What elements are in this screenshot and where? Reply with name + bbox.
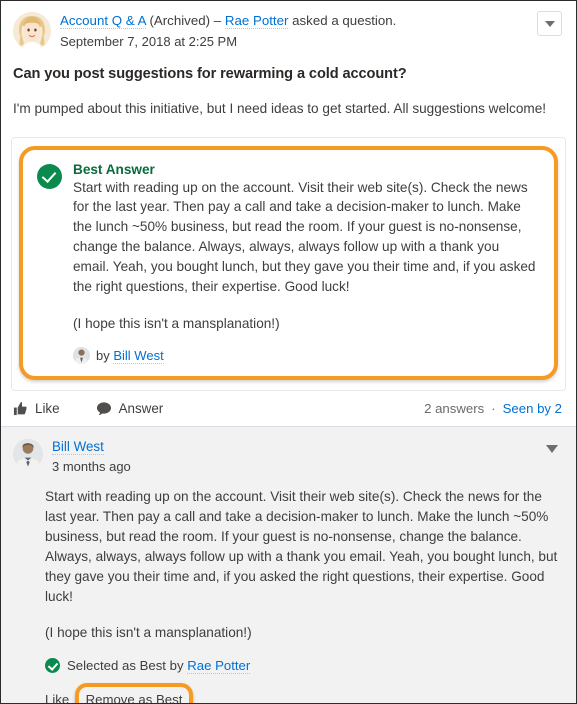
answers-count: 2 answers [424,401,485,417]
post-action-bar: Like Answer 2 answers · Seen by 2 [1,391,576,428]
comment-body-secondary: (I hope this isn't a mansplanation!) [45,624,252,640]
best-answer-text-secondary: (I hope this isn't a mansplanation!) [73,316,280,332]
selected-as-best-status: Selected as Best by Rae Potter [45,658,562,674]
avatar-bill-west [13,439,43,470]
comment-action-separator: · [75,692,80,704]
avatar-bill-west-small [73,347,90,365]
question-action-text: asked a question. [292,13,397,28]
byline-separator: – [213,13,222,28]
comment-block: Bill West 3 months ago Start with readin… [1,427,576,704]
best-answer-highlight-box: Best Answer Start with reading up on the… [19,145,558,381]
best-answer-author-link[interactable]: Bill West [113,348,164,364]
comment-meta: Bill West 3 months ago [52,438,131,476]
best-answer-text: Start with reading up on the account. Vi… [73,179,536,295]
avatar-rae-potter [13,12,51,50]
question-title: Can you post suggestions for rewarming a… [13,66,407,83]
like-label: Like [35,401,60,417]
best-answer-card: Best Answer Start with reading up on the… [11,136,566,392]
thumbs-up-icon [13,401,28,416]
best-answer-attribution: by Bill West [73,347,538,365]
question-author-link[interactable]: Rae Potter [224,13,289,29]
comment-action-row: Like · Remove as Best [45,683,562,704]
comment-author-link[interactable]: Bill West [52,439,104,456]
selected-by-link[interactable]: Rae Potter [187,658,251,674]
group-link[interactable]: Account Q & A [60,13,146,29]
comment-like-button[interactable]: Like [45,692,69,703]
answer-button[interactable]: Answer [96,401,164,417]
chevron-down-icon [546,445,558,454]
best-answer-by-prefix: by [96,348,110,364]
like-button[interactable]: Like [13,401,60,416]
remove-as-best-button[interactable]: Remove as Best [86,692,183,703]
question-meta: Account Q & A (Archived) – Rae Potter as… [60,11,562,50]
question-block: Account Q & A (Archived) – Rae Potter as… [1,1,576,119]
chevron-down-icon [544,20,555,27]
check-circle-icon [37,163,62,189]
comment-menu-button[interactable] [542,440,562,458]
question-date: September 7, 2018 at 2:25 PM [60,33,238,49]
comment-timestamp: 3 months ago [52,459,131,475]
comment-header: Bill West 3 months ago [13,438,562,476]
question-byline: Account Q & A (Archived) – Rae Potter as… [60,12,562,30]
selected-as-best-prefix: Selected as Best by [67,658,184,674]
post-stats: 2 answers · Seen by 2 [424,401,562,416]
stats-separator: · [491,401,496,417]
question-header: Account Q & A (Archived) – Rae Potter as… [13,11,562,50]
answer-label: Answer [118,401,164,417]
comment-body: Start with reading up on the account. Vi… [45,488,558,604]
best-answer-label: Best Answer [73,161,155,177]
speech-bubble-icon [96,401,112,416]
qa-post-panel: Account Q & A (Archived) – Rae Potter as… [0,0,577,704]
seen-by-link[interactable]: Seen by 2 [503,401,562,416]
archived-label: (Archived) [149,13,211,28]
check-circle-icon [45,658,60,674]
question-menu-button[interactable] [537,11,562,36]
question-body: I'm pumped about this initiative, but I … [13,101,547,117]
